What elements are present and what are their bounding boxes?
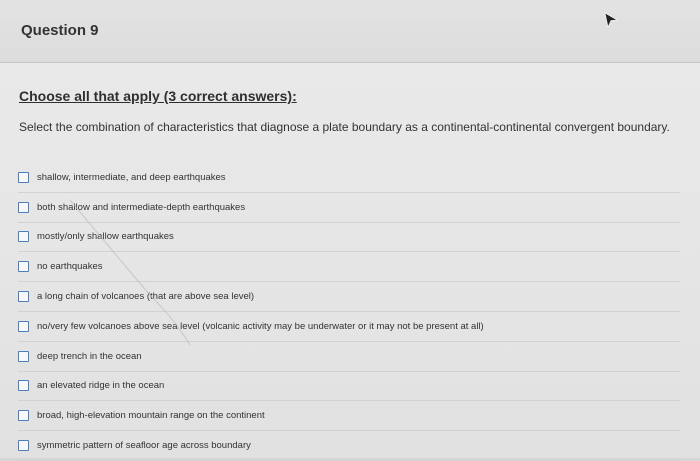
answer-option-label: shallow, intermediate, and deep earthqua…	[37, 171, 226, 183]
answer-option-label: broad, high-elevation mountain range on …	[37, 410, 265, 422]
answer-option[interactable]: a long chain of volcanoes (that are abov…	[18, 282, 680, 312]
answer-option-label: symmetric pattern of seafloor age across…	[37, 440, 251, 452]
answer-option-label: no earthquakes	[37, 261, 103, 273]
answer-option-label: a long chain of volcanoes (that are abov…	[37, 291, 255, 303]
checkbox[interactable]	[18, 261, 29, 273]
answer-option[interactable]: shallow, intermediate, and deep earthqua…	[18, 163, 680, 193]
question-title: Question 9	[21, 22, 99, 39]
checkbox[interactable]	[18, 291, 29, 303]
answer-option[interactable]: no earthquakes	[18, 252, 680, 283]
checkbox[interactable]	[18, 231, 29, 243]
checkbox[interactable]	[18, 380, 29, 392]
answer-option[interactable]: both shallow and intermediate-depth eart…	[18, 193, 680, 223]
answer-option[interactable]: broad, high-elevation mountain range on …	[18, 401, 680, 432]
answer-option-label: both shallow and intermediate-depth eart…	[37, 201, 246, 213]
question-header: Question 9	[0, 0, 700, 63]
answer-option-label: mostly/only shallow earthquakes	[37, 231, 174, 243]
answer-options: shallow, intermediate, and deep earthqua…	[18, 163, 680, 461]
checkbox[interactable]	[18, 171, 29, 183]
quiz-page: Question 9 Choose all that apply (3 corr…	[0, 0, 700, 461]
mouse-pointer-icon	[604, 12, 618, 28]
checkbox[interactable]	[18, 320, 29, 332]
checkbox[interactable]	[18, 440, 29, 452]
question-instruction: Choose all that apply (3 correct answers…	[19, 88, 297, 104]
checkbox[interactable]	[18, 201, 29, 213]
answer-option-label: deep trench in the ocean	[37, 350, 142, 362]
answer-option[interactable]: deep trench in the ocean	[18, 342, 680, 372]
answer-option[interactable]: mostly/only shallow earthquakes	[18, 223, 680, 253]
question-prompt: Select the combination of characteristic…	[19, 120, 670, 134]
answer-option-label: an elevated ridge in the ocean	[37, 380, 165, 392]
answer-option[interactable]: symmetric pattern of seafloor age across…	[18, 431, 680, 461]
answer-option-label: no/very few volcanoes above sea level (v…	[37, 320, 484, 332]
checkbox[interactable]	[18, 410, 29, 422]
answer-option[interactable]: no/very few volcanoes above sea level (v…	[18, 312, 680, 342]
checkbox[interactable]	[18, 350, 29, 362]
answer-option[interactable]: an elevated ridge in the ocean	[18, 372, 680, 402]
